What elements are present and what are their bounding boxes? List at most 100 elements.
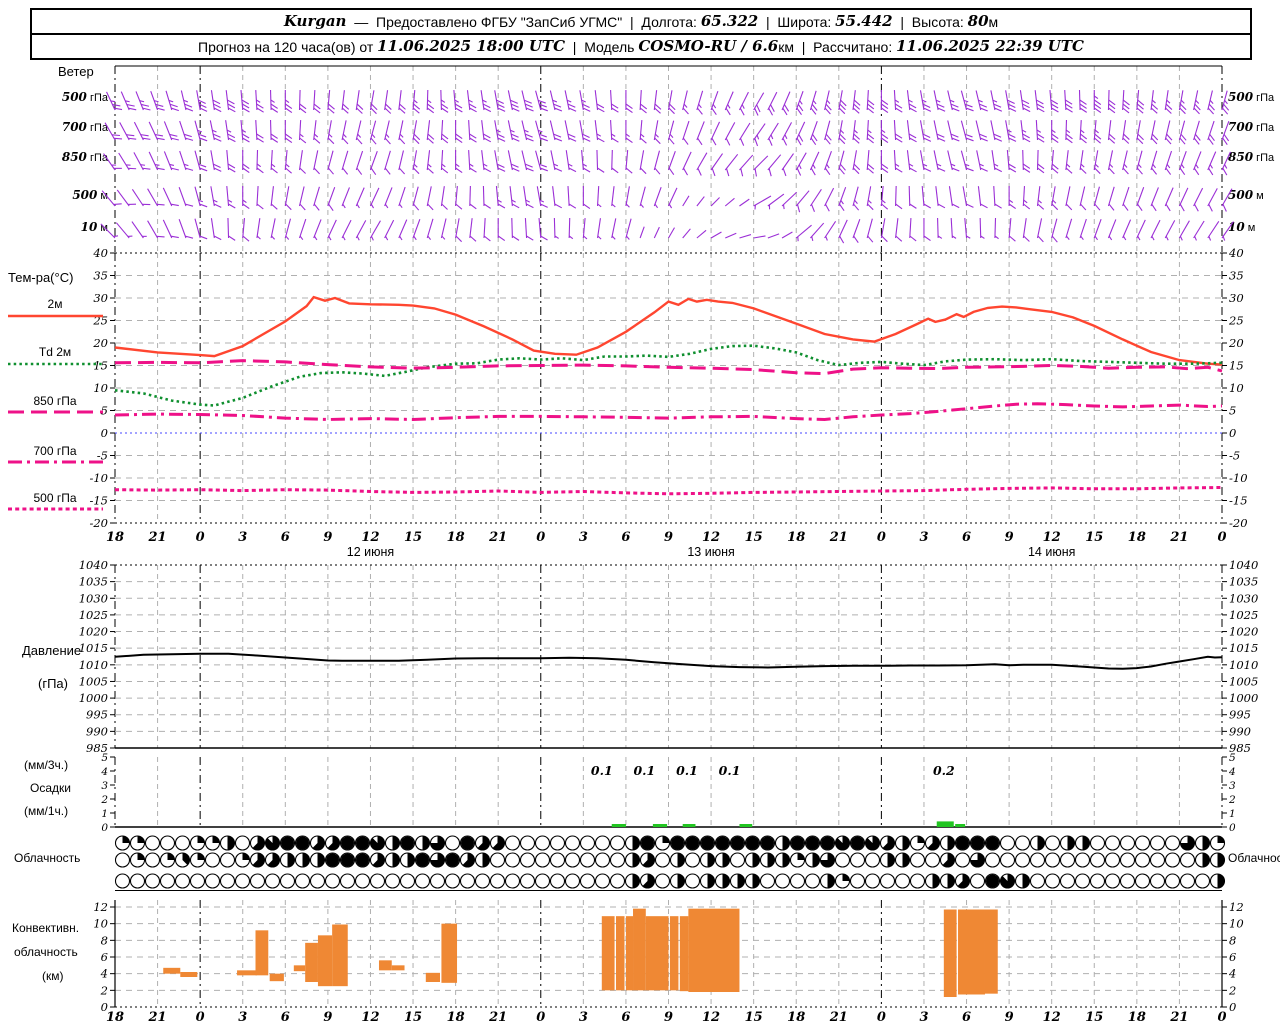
cloud-row	[114, 873, 1226, 889]
axis-tick-label: 1010	[79, 658, 108, 672]
axis-tick-label: 0	[101, 426, 108, 440]
axis-tick-label: 1020	[79, 625, 108, 639]
axis-tick-label: 3	[579, 530, 588, 545]
axis-tick-label: 0	[101, 822, 108, 834]
axis-tick-label: 6	[962, 530, 971, 545]
axis-tick-label: 21	[148, 1010, 167, 1024]
wind-barb-row	[100, 217, 1234, 244]
axis-tick-label: 8	[101, 933, 108, 947]
axis-tick-label: 1040	[79, 558, 108, 572]
axis-tick-label: 1030	[79, 591, 108, 605]
wind-barb-row	[103, 149, 1231, 177]
cloud-row	[114, 835, 1226, 851]
axis-tick-label: 1030	[1229, 591, 1258, 605]
axis-tick-label: 1035	[1229, 575, 1258, 589]
axis-tick-label: 0	[196, 530, 205, 545]
cloud-row	[114, 852, 1226, 868]
axis-tick-label: 2	[1228, 983, 1236, 997]
axis-tick-label: 6	[962, 1010, 971, 1024]
axis-tick-label: 0	[877, 530, 886, 545]
axis-tick-label: 1040	[1229, 558, 1258, 572]
convective-panel	[163, 908, 998, 997]
axis-tick-label: 18	[787, 1010, 805, 1024]
axis-tick-label: 21	[829, 1010, 848, 1024]
axis-tick-label: 25	[1228, 314, 1244, 328]
date-label: 12 июня	[347, 545, 394, 559]
axis-tick-label: 6	[281, 1010, 290, 1024]
convective-cloud-bar	[391, 965, 405, 971]
axis-tick-label: 15	[1085, 1010, 1103, 1024]
axis-tick-label: 9	[323, 1010, 332, 1024]
axis-tick-label: 10	[93, 381, 108, 395]
axis-tick-label: 1	[1229, 808, 1236, 820]
axis-tick-label: 12	[1229, 900, 1244, 914]
axis-tick-label: 0	[1217, 1010, 1226, 1024]
axis-tick-label: 20	[92, 336, 108, 350]
axis-tick-label: 8	[1229, 933, 1236, 947]
precip-bar	[611, 824, 626, 827]
axis-tick-label: 0	[196, 1010, 205, 1024]
precip-bar	[682, 824, 696, 827]
convective-cloud-bar	[679, 916, 689, 992]
precip-value-label: 0.2	[933, 763, 955, 778]
precip-value-label: 0.1	[719, 763, 741, 778]
convective-cloud-bar	[958, 909, 985, 995]
axis-tick-label: 1	[101, 808, 108, 820]
axis-tick-label: 2	[100, 983, 108, 997]
axis-tick-label: 1005	[79, 674, 108, 688]
axis-tick-label: 0	[1229, 822, 1236, 834]
convective-cloud-bar	[255, 930, 269, 976]
precip-value-label: 0.1	[591, 763, 613, 778]
axis-tick-label: 15	[745, 530, 763, 545]
axis-tick-label: 0	[877, 1010, 886, 1024]
axis-tick-label: 1025	[79, 608, 108, 622]
axis-tick-label: 10	[1229, 917, 1244, 931]
axis-tick-label: 18	[106, 1010, 124, 1024]
axis-tick-label: 12	[361, 1010, 379, 1024]
axis-tick-label: -5	[97, 449, 108, 463]
precip-panel: 0.1 0.1 0.1 0.1 0.2	[591, 763, 966, 827]
wind-barb-panel	[100, 89, 1234, 244]
convective-cloud-bar	[645, 916, 669, 991]
axis-tick-label: 35	[93, 269, 108, 283]
cloud-panel	[114, 835, 1226, 889]
axis-tick-label: 12	[702, 1010, 720, 1024]
axis-tick-label: 40	[1228, 246, 1244, 260]
axis-tick-label: 0	[1229, 426, 1236, 440]
convective-cloud-bar	[943, 909, 957, 997]
convective-cloud-bar	[688, 908, 740, 992]
axis-tick-label: 15	[404, 1010, 422, 1024]
axis-tick-label: 40	[92, 246, 108, 260]
precip-value-label: 0.1	[633, 763, 655, 778]
precip-bar	[739, 824, 753, 827]
axis-tick-label: 18	[447, 1010, 465, 1024]
axis-tick-label: 1005	[1229, 674, 1258, 688]
axis-tick-label: 9	[323, 530, 332, 545]
axis-tick-label: 30	[1229, 291, 1244, 305]
axis-tick-label: 18	[1128, 1010, 1146, 1024]
axis-tick-label: 4	[100, 766, 108, 778]
axis-tick-label: -5	[1229, 449, 1240, 463]
axis-tick-label: 18	[787, 530, 805, 545]
axis-tick-label: 21	[488, 1010, 507, 1024]
axis-tick-label: 30	[93, 291, 108, 305]
axis-tick-label: 995	[86, 708, 108, 722]
axis-tick-label: 995	[1229, 708, 1251, 722]
axis-tick-label: 35	[1229, 269, 1244, 283]
axis-tick-label: -15	[1229, 494, 1248, 508]
wind-barb-row	[106, 89, 1230, 116]
axis-tick-label: 6	[281, 530, 290, 545]
axis-tick-label: 0	[536, 530, 545, 545]
axis-tick-label: 21	[488, 530, 507, 545]
axis-tick-label: 6	[101, 950, 108, 964]
axis-tick-label: 18	[106, 530, 124, 545]
axis-tick-label: 12	[1043, 1010, 1061, 1024]
axis-tick-label: 15	[93, 359, 108, 373]
axis-tick-label: 12	[702, 530, 720, 545]
axis-tick-label: 1035	[79, 575, 108, 589]
convective-cloud-bar	[615, 916, 625, 991]
axis-tick-label: 1015	[1229, 641, 1258, 655]
axis-tick-label: -15	[89, 494, 108, 508]
axis-tick-label: 0	[536, 1010, 545, 1024]
axis-tick-label: 1000	[79, 691, 108, 705]
